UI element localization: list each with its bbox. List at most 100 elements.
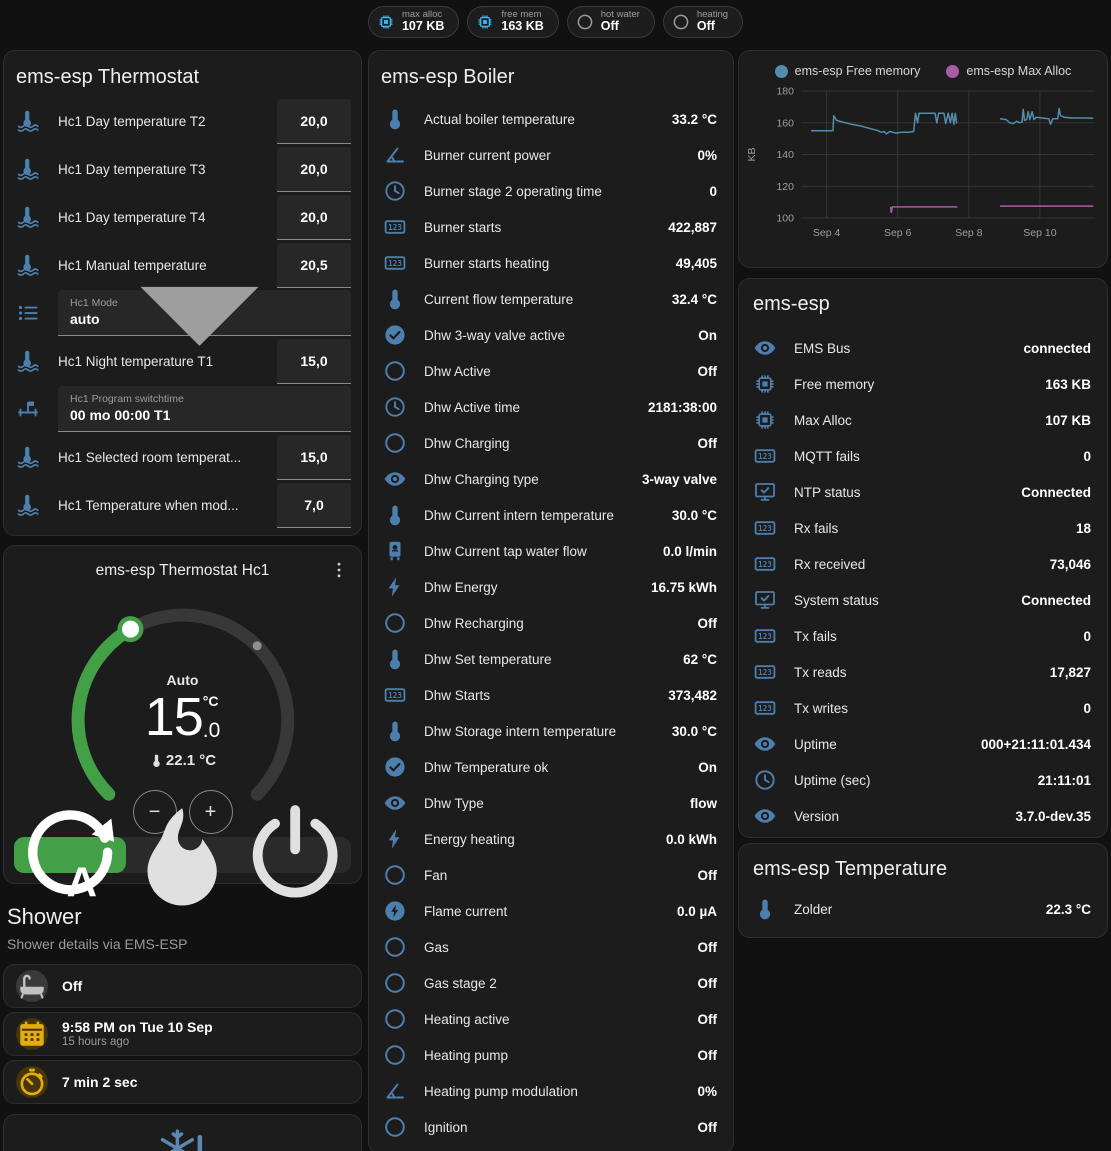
counter-icon: 123: [753, 444, 777, 468]
more-options-button[interactable]: [325, 558, 353, 586]
entity-row[interactable]: 123 Dhw Starts 373,482: [369, 677, 733, 713]
entity-row[interactable]: Current flow temperature 32.4 °C: [369, 281, 733, 317]
circle-icon: [672, 13, 690, 31]
entity-row[interactable]: Energy heating 0.0 kWh: [369, 821, 733, 857]
mode-auto-button[interactable]: A: [14, 837, 126, 873]
svg-text:180: 180: [776, 86, 794, 98]
mode-heat-button[interactable]: [126, 837, 238, 873]
entity-row[interactable]: 123 Tx writes 0: [739, 690, 1107, 726]
eye-icon: [753, 804, 777, 828]
entity-row[interactable]: NTP status Connected: [739, 474, 1107, 510]
status-badge[interactable]: free mem 163 KB: [467, 6, 558, 38]
entity-row[interactable]: Version 3.7.0-dev.35: [739, 798, 1107, 834]
entity-row[interactable]: Max Alloc 107 KB: [739, 402, 1107, 438]
entity-row[interactable]: 123 Tx fails 0: [739, 618, 1107, 654]
status-badge[interactable]: heating Off: [663, 6, 743, 38]
select-input[interactable]: Hc1 Mode auto: [58, 290, 351, 336]
entity-row[interactable]: Dhw Type flow: [369, 785, 733, 821]
coolant-icon: [16, 205, 40, 229]
eye-icon: [753, 336, 777, 360]
status-badge[interactable]: hot water Off: [567, 6, 655, 38]
entity-row[interactable]: Flame current 0.0 µA: [369, 893, 733, 929]
entity-row[interactable]: 123 Rx fails 18: [739, 510, 1107, 546]
entity-label: Tx writes: [794, 701, 1073, 716]
entity-label: Burner starts heating: [424, 256, 666, 271]
entity-row[interactable]: Dhw Charging type 3-way valve: [369, 461, 733, 497]
water-boiler-icon: [383, 539, 407, 563]
entity-row[interactable]: 123 MQTT fails 0: [739, 438, 1107, 474]
entity-label: Actual boiler temperature: [424, 112, 662, 127]
entity-row[interactable]: Dhw Recharging Off: [369, 605, 733, 641]
legend-dot: [946, 65, 959, 78]
entity-label: Zolder: [794, 902, 1036, 917]
svg-text:123: 123: [758, 668, 772, 677]
entity-value: Off: [698, 436, 718, 451]
entity-row[interactable]: Dhw 3-way valve active On: [369, 317, 733, 353]
entity-row[interactable]: Ignition Off: [369, 1109, 733, 1145]
card-title: ems-esp Temperature: [739, 844, 1107, 891]
entity-value: 30.0 °C: [672, 724, 717, 739]
frost-card[interactable]: [3, 1114, 362, 1151]
shower-item[interactable]: 7 min 2 sec: [3, 1060, 362, 1104]
entity-row[interactable]: Actual boiler temperature 33.2 °C: [369, 101, 733, 137]
thermometer-icon: [383, 647, 407, 671]
entity-row[interactable]: EMS Bus connected: [739, 330, 1107, 366]
coolant-icon: [16, 349, 40, 373]
entity-row[interactable]: Burner stage 2 operating time 0: [369, 173, 733, 209]
entity-row[interactable]: Heating active Off: [369, 1001, 733, 1037]
svg-text:140: 140: [776, 149, 794, 161]
card-title: ems-esp Boiler: [369, 51, 733, 101]
entity-value: 3-way valve: [642, 472, 717, 487]
entity-row[interactable]: 123 Rx received 73,046: [739, 546, 1107, 582]
entity-row[interactable]: 123 Burner starts heating 49,405: [369, 245, 733, 281]
status-badge[interactable]: max alloc 107 KB: [368, 6, 459, 38]
fire-icon: [126, 796, 238, 913]
legend-item-max-alloc: ems-esp Max Alloc: [946, 64, 1071, 78]
number-input[interactable]: 7,0: [277, 483, 351, 528]
select-row: Hc1 Mode auto: [4, 289, 361, 337]
entity-row[interactable]: Uptime (sec) 21:11:01: [739, 762, 1107, 798]
entity-label: Hc1 Temperature when mod...: [58, 498, 277, 513]
entity-row[interactable]: Dhw Charging Off: [369, 425, 733, 461]
entity-row[interactable]: System status Connected: [739, 582, 1107, 618]
counter-icon: 123: [753, 624, 777, 648]
entity-value: 0: [709, 184, 717, 199]
entity-row[interactable]: 123 Burner starts 422,887: [369, 209, 733, 245]
legend-item-free-memory: ems-esp Free memory: [775, 64, 921, 78]
entity-row[interactable]: Dhw Active Off: [369, 353, 733, 389]
entity-row[interactable]: Zolder 22.3 °C: [739, 891, 1107, 927]
dial-card-title: ems-esp Thermostat Hc1: [4, 546, 361, 580]
entity-row[interactable]: Dhw Current intern temperature 30.0 °C: [369, 497, 733, 533]
entity-label: Dhw Type: [424, 796, 680, 811]
entity-row[interactable]: Free memory 163 KB: [739, 366, 1107, 402]
entity-row[interactable]: Heating pump Off: [369, 1037, 733, 1073]
entity-row[interactable]: 123 Tx reads 17,827: [739, 654, 1107, 690]
entity-value: 30.0 °C: [672, 508, 717, 523]
entity-row[interactable]: Dhw Current tap water flow 0.0 l/min: [369, 533, 733, 569]
chip-icon: [377, 13, 395, 31]
entity-row[interactable]: Dhw Energy 16.75 kWh: [369, 569, 733, 605]
entity-row[interactable]: Gas stage 2 Off: [369, 965, 733, 1001]
column-right: ems-esp Free memory ems-esp Max Alloc 10…: [738, 50, 1108, 938]
mode-off-button[interactable]: [239, 837, 351, 873]
entity-row[interactable]: Uptime 000+21:11:01.434: [739, 726, 1107, 762]
counter-icon: 123: [753, 552, 777, 576]
entity-row[interactable]: Heating pump modulation 0%: [369, 1073, 733, 1109]
text-input[interactable]: Hc1 Program switchtime 00 mo 00:00 T1: [58, 386, 351, 432]
shower-item[interactable]: Off: [3, 964, 362, 1008]
entity-row[interactable]: Gas Off: [369, 929, 733, 965]
shower-item[interactable]: 9:58 PM on Tue 10 Sep 15 hours ago: [3, 1012, 362, 1056]
entity-label: Heating pump: [424, 1048, 688, 1063]
entity-row[interactable]: Dhw Set temperature 62 °C: [369, 641, 733, 677]
entity-label: Gas stage 2: [424, 976, 688, 991]
entity-row[interactable]: Dhw Temperature ok On: [369, 749, 733, 785]
entity-row[interactable]: Dhw Active time 2181:38:00: [369, 389, 733, 425]
number-input[interactable]: 20,0: [277, 99, 351, 144]
entity-row[interactable]: Fan Off: [369, 857, 733, 893]
entity-row[interactable]: Burner current power 0%: [369, 137, 733, 173]
entity-label: Gas: [424, 940, 688, 955]
coolant-icon: [16, 493, 40, 517]
power-icon: [239, 796, 351, 913]
entity-label: Burner stage 2 operating time: [424, 184, 699, 199]
entity-row[interactable]: Dhw Storage intern temperature 30.0 °C: [369, 713, 733, 749]
